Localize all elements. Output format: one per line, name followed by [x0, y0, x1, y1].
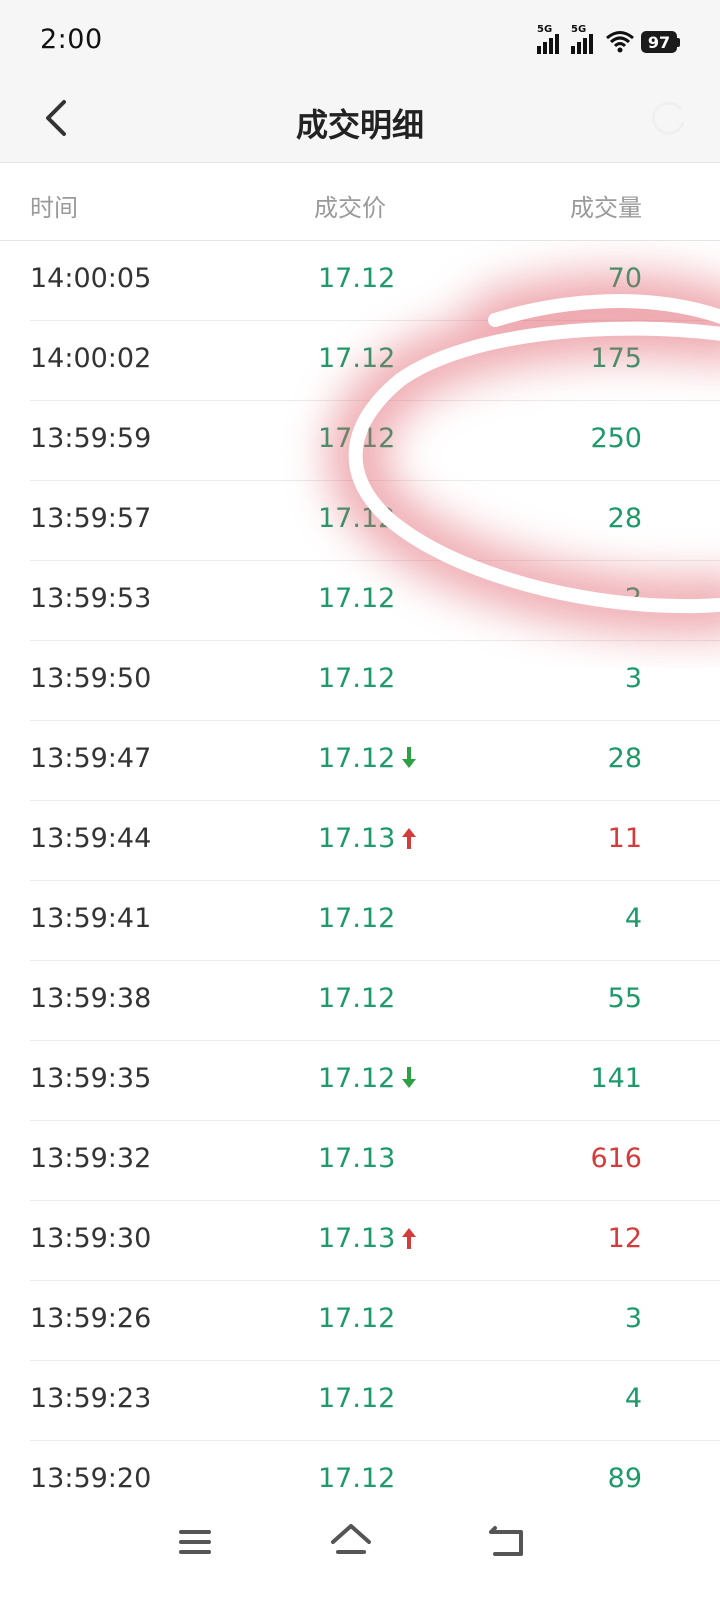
trade-volume: 70 — [607, 263, 642, 294]
battery-level: 97 — [641, 31, 677, 53]
trade-time: 14:00:05 — [30, 263, 152, 294]
trade-volume: 175 — [590, 343, 642, 374]
trade-row: 13:59:23 17.12 4 — [30, 1361, 720, 1441]
trade-row: 13:59:59 17.12 250 — [30, 401, 720, 481]
trade-volume: 89 — [607, 1463, 642, 1494]
arrow-up-icon — [402, 828, 416, 849]
trade-price: 17.12 — [318, 1383, 396, 1414]
trade-time: 13:59:23 — [30, 1383, 152, 1414]
status-icons: 5G 5G 97 — [537, 24, 680, 56]
trade-price: 17.13 — [318, 1143, 396, 1174]
trade-price: 17.12 — [318, 743, 396, 774]
column-header-volume: 成交量 — [570, 194, 642, 222]
trade-price: 17.13 — [318, 1223, 396, 1254]
signal-icon: 5G — [571, 24, 599, 54]
arrow-down-icon — [402, 747, 416, 768]
column-header-price: 成交价 — [314, 194, 386, 222]
trade-row: 13:59:26 17.12 3 — [30, 1281, 720, 1361]
trade-volume: 4 — [624, 903, 642, 934]
trade-time: 13:59:59 — [30, 423, 152, 454]
trade-price: 17.12 — [318, 983, 396, 1014]
return-icon[interactable] — [477, 1512, 537, 1572]
trade-row: 13:59:38 17.12 55 — [30, 961, 720, 1041]
trade-volume: 11 — [607, 823, 642, 854]
trade-time: 13:59:38 — [30, 983, 152, 1014]
trade-price: 17.12 — [318, 903, 396, 934]
home-icon[interactable] — [321, 1512, 381, 1572]
trade-price: 17.13 — [318, 823, 396, 854]
trade-row: 13:59:41 17.12 4 — [30, 881, 720, 961]
trade-volume: 4 — [624, 1383, 642, 1414]
trade-price: 17.12 — [318, 263, 396, 294]
trade-row: 13:59:47 17.12 28 — [30, 721, 720, 801]
column-header-time: 时间 — [30, 194, 78, 222]
trade-time: 13:59:32 — [30, 1143, 152, 1174]
trade-volume: 3 — [624, 663, 642, 694]
system-navigation-bar — [0, 1500, 720, 1608]
trade-time: 13:59:50 — [30, 663, 152, 694]
trade-time: 13:59:41 — [30, 903, 152, 934]
trade-row: 13:59:50 17.12 3 — [30, 641, 720, 721]
status-bar: 2:00 5G 5G 97 — [0, 0, 720, 82]
trade-volume: 2 — [624, 583, 642, 614]
trade-volume: 250 — [590, 423, 642, 454]
trade-row: 13:59:44 17.13 11 — [30, 801, 720, 881]
trade-price: 17.12 — [318, 663, 396, 694]
trade-list[interactable]: 14:00:05 17.12 70 14:00:02 17.12 175 13:59:59 1… — [0, 241, 720, 1521]
trade-row: 13:59:57 17.12 28 — [30, 481, 720, 561]
sim1-label: 5G — [537, 24, 553, 35]
trade-volume: 12 — [607, 1223, 642, 1254]
trade-price: 17.12 — [318, 503, 396, 534]
trade-price: 17.12 — [318, 1463, 396, 1494]
trade-time: 13:59:47 — [30, 743, 152, 774]
trade-volume: 3 — [624, 1303, 642, 1334]
trade-time: 13:59:26 — [30, 1303, 152, 1334]
status-time: 2:00 — [40, 24, 103, 55]
trade-row: 14:00:02 17.12 175 — [30, 321, 720, 401]
trade-time: 13:59:57 — [30, 503, 152, 534]
page-title: 成交明细 — [295, 106, 424, 144]
trade-row: 14:00:05 17.12 70 — [30, 241, 720, 321]
trade-time: 13:59:44 — [30, 823, 152, 854]
trade-price: 17.12 — [318, 1303, 396, 1334]
trade-price: 17.12 — [318, 423, 396, 454]
trade-row: 13:59:35 17.12 141 — [30, 1041, 720, 1121]
trade-volume: 55 — [607, 983, 642, 1014]
trade-volume: 28 — [607, 743, 642, 774]
battery-icon: 97 — [641, 31, 680, 53]
arrow-up-icon — [402, 1228, 416, 1249]
nav-bar: 成交明细 — [0, 82, 720, 163]
trade-volume: 141 — [590, 1063, 642, 1094]
trade-time: 13:59:35 — [30, 1063, 152, 1094]
menu-icon[interactable] — [165, 1512, 225, 1572]
trade-time: 13:59:30 — [30, 1223, 152, 1254]
trade-volume: 616 — [590, 1143, 642, 1174]
trade-price: 17.12 — [318, 1063, 396, 1094]
sim2-label: 5G — [571, 24, 587, 35]
trade-row: 13:59:30 17.13 12 — [30, 1201, 720, 1281]
signal-icon: 5G — [537, 24, 565, 54]
trade-time: 14:00:02 — [30, 343, 152, 374]
trade-volume: 28 — [607, 503, 642, 534]
trade-price: 17.12 — [318, 343, 396, 374]
refresh-icon[interactable] — [648, 98, 688, 138]
wifi-icon — [606, 31, 634, 53]
table-header: 时间 成交价 成交量 — [0, 162, 720, 241]
trade-time: 13:59:20 — [30, 1463, 152, 1494]
trade-time: 13:59:53 — [30, 583, 152, 614]
arrow-down-icon — [402, 1067, 416, 1088]
trade-row: 13:59:32 17.13 616 — [30, 1121, 720, 1201]
trade-row: 13:59:53 17.12 2 — [30, 561, 720, 641]
trade-price: 17.12 — [318, 583, 396, 614]
